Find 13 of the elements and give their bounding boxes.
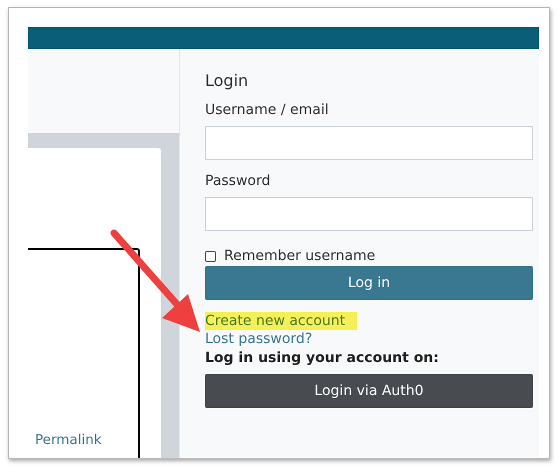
username-field[interactable] — [205, 126, 533, 160]
password-field[interactable] — [205, 197, 533, 231]
auth0-login-button[interactable]: Login via Auth0 — [205, 374, 533, 408]
text-link[interactable]: Lost password? — [205, 330, 324, 348]
password-label: Password — [205, 173, 270, 189]
login-title: Login — [205, 71, 250, 90]
remember-checkbox[interactable] — [205, 250, 216, 262]
login-button[interactable]: Log in — [205, 266, 533, 300]
remember-label: Remember username — [224, 248, 376, 264]
sso-heading: Log in using your account on: — [205, 350, 439, 366]
permalink-link[interactable]: Permalink — [35, 432, 102, 448]
username-label: Username / email — [205, 102, 329, 118]
highlighted-link[interactable]: Create new account — [205, 312, 358, 330]
